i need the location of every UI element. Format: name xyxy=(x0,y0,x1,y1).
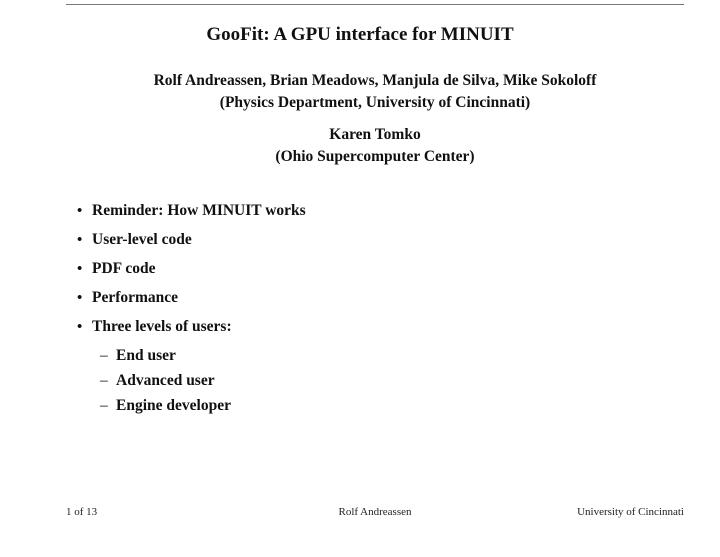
author-affiliation: (Physics Department, University of Cinci… xyxy=(219,94,531,111)
sub-list-item: – Advanced user xyxy=(100,371,231,396)
author-affiliation-osc: (Ohio Supercomputer Center) xyxy=(275,148,475,165)
bullet-text: Performance xyxy=(92,289,179,306)
header-rule xyxy=(66,4,684,5)
sub-bullet-text: End user xyxy=(116,347,176,364)
author-names: Rolf Andreassen, Brian Meadows, Manjula … xyxy=(153,72,597,89)
list-item: • Performance xyxy=(77,288,306,317)
list-item: • User-level code xyxy=(77,230,306,259)
dash-icon: – xyxy=(100,397,108,414)
list-item: • PDF code xyxy=(77,259,306,288)
bullet-icon: • xyxy=(77,290,83,306)
sub-bullet-text: Engine developer xyxy=(116,397,231,414)
slide-title: GooFit: A GPU interface for MINUIT xyxy=(206,24,514,45)
sub-bullet-text: Advanced user xyxy=(116,372,215,389)
bullet-text: PDF code xyxy=(92,260,156,277)
author-block-cincinnati: Rolf Andreassen, Brian Meadows, Manjula … xyxy=(0,70,720,114)
author-block-osc: Karen Tomko (Ohio Supercomputer Center) xyxy=(0,124,720,168)
sub-list-item: – End user xyxy=(100,346,231,371)
list-item: • Three levels of users: xyxy=(77,317,306,346)
bullet-icon: • xyxy=(77,232,83,248)
footer-institution: University of Cincinnati xyxy=(577,506,684,518)
bullet-text: User-level code xyxy=(92,231,192,248)
list-item: • Reminder: How MINUIT works xyxy=(77,201,306,230)
author-name-tomko: Karen Tomko xyxy=(329,126,421,143)
dash-icon: – xyxy=(100,372,108,389)
bullet-icon: • xyxy=(77,203,83,219)
dash-icon: – xyxy=(100,347,108,364)
bullet-text: Three levels of users: xyxy=(92,318,232,335)
bullet-list: • Reminder: How MINUIT works • User-leve… xyxy=(77,201,306,346)
bullet-icon: • xyxy=(77,261,83,277)
sub-list-item: – Engine developer xyxy=(100,396,231,421)
bullet-icon: • xyxy=(77,319,83,335)
sub-bullet-list: – End user – Advanced user – Engine deve… xyxy=(100,346,231,421)
bullet-text: Reminder: How MINUIT works xyxy=(92,202,306,219)
